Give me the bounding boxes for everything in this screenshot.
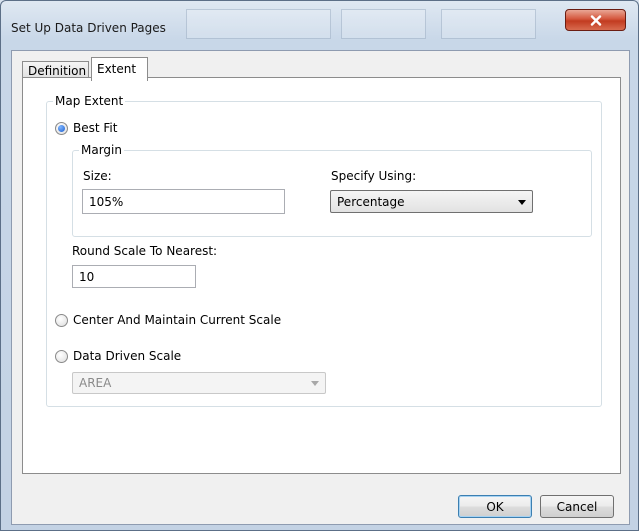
round-scale-input[interactable]: 10: [72, 265, 196, 288]
size-value: 105%: [89, 194, 124, 209]
dialog-client-area: Definition Extent Map Extent Best Fit Ma…: [11, 50, 630, 525]
round-scale-label: Round Scale To Nearest:: [72, 244, 218, 258]
specify-using-value: Percentage: [337, 194, 405, 209]
title-bar[interactable]: Set Up Data Driven Pages: [1, 1, 638, 49]
map-extent-group: Map Extent Best Fit Margin Size: 105% Sp…: [46, 94, 602, 407]
map-extent-legend: Map Extent: [53, 94, 126, 108]
radio-selected-dot: [58, 124, 65, 132]
background-window-ghost: [186, 9, 331, 39]
center-maintain-option[interactable]: Center And Maintain Current Scale: [55, 313, 281, 327]
center-maintain-label: Center And Maintain Current Scale: [73, 313, 282, 327]
dialog-window: Set Up Data Driven Pages Definition Exte…: [0, 0, 639, 531]
chevron-down-icon: [518, 199, 526, 205]
margin-legend: Margin: [79, 143, 124, 157]
round-scale-value: 10: [79, 269, 95, 284]
data-driven-field-dropdown[interactable]: AREA: [72, 372, 326, 394]
data-driven-scale-option[interactable]: Data Driven Scale: [55, 349, 181, 363]
tab-extent[interactable]: Extent: [91, 57, 148, 81]
background-window-ghost: [441, 9, 536, 39]
best-fit-option[interactable]: Best Fit: [55, 121, 117, 135]
chevron-down-icon: [311, 381, 319, 386]
margin-group: Margin Size: 105% Specify Using: Percent…: [72, 143, 592, 237]
extent-tab-panel: Map Extent Best Fit Margin Size: 105% Sp…: [22, 77, 621, 474]
data-driven-scale-label: Data Driven Scale: [73, 349, 182, 363]
close-button[interactable]: [565, 9, 626, 31]
best-fit-label: Best Fit: [73, 121, 118, 135]
size-input[interactable]: 105%: [82, 189, 285, 214]
specify-using-label: Specify Using:: [331, 169, 417, 183]
ok-button[interactable]: OK: [458, 495, 532, 518]
window-title: Set Up Data Driven Pages: [11, 21, 166, 35]
data-driven-scale-radio[interactable]: [55, 349, 68, 363]
close-icon: [590, 14, 601, 26]
size-label: Size:: [83, 169, 112, 183]
best-fit-radio[interactable]: [55, 121, 68, 135]
data-driven-field-value: AREA: [79, 376, 112, 390]
center-maintain-radio[interactable]: [55, 313, 68, 327]
specify-using-dropdown[interactable]: Percentage: [330, 190, 533, 213]
cancel-button[interactable]: Cancel: [540, 495, 614, 518]
background-window-ghost: [341, 9, 426, 39]
